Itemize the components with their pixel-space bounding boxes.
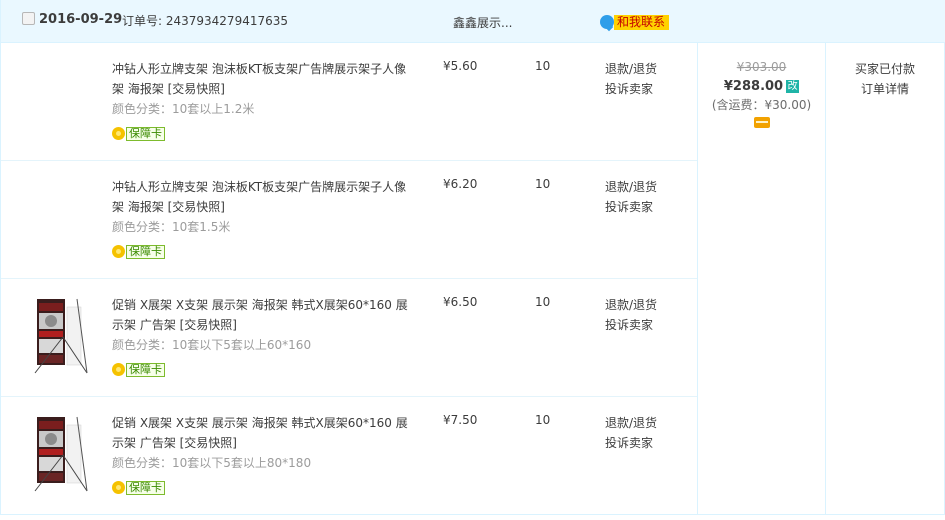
- guarantee-label: 保障卡: [126, 362, 165, 377]
- paid-amount: ¥288.00 改: [698, 79, 825, 94]
- refund-link[interactable]: 退款/退货: [605, 59, 657, 79]
- credit-card-icon[interactable]: [753, 117, 770, 128]
- paid-value: ¥288.00: [723, 79, 784, 94]
- guarantee-badge[interactable]: 保障卡: [112, 244, 165, 259]
- order-date: 2016-09-29: [39, 12, 123, 27]
- item-row: 促销 X展架 X支架 展示架 海报架 韩式X展架60*160 展示架 广告架 […: [1, 396, 697, 513]
- order-card: 2016-09-29 订单号: 2437934279417635 鑫鑫展示...…: [0, 0, 945, 515]
- product-thumbnail[interactable]: [33, 297, 89, 375]
- order-select-checkbox[interactable]: [22, 12, 35, 25]
- complain-link[interactable]: 投诉卖家: [605, 433, 657, 453]
- chat-bubble-icon: [600, 15, 614, 29]
- item-title-link[interactable]: 冲钻人形立牌支架 泡沫板KT板支架广告牌展示架子人像架 海报架 [交易快照]: [112, 177, 412, 217]
- flower-icon: [112, 481, 125, 494]
- order-header: 2016-09-29 订单号: 2437934279417635 鑫鑫展示...…: [1, 0, 945, 43]
- complain-link[interactable]: 投诉卖家: [605, 197, 657, 217]
- item-price: ¥7.50: [443, 413, 478, 427]
- item-quantity: 10: [535, 177, 551, 191]
- item-quantity: 10: [535, 59, 551, 73]
- guarantee-label: 保障卡: [126, 480, 165, 495]
- shop-name-link[interactable]: 鑫鑫展示...: [453, 14, 512, 31]
- item-quantity: 10: [535, 295, 551, 309]
- refund-link[interactable]: 退款/退货: [605, 413, 657, 433]
- complain-link[interactable]: 投诉卖家: [605, 315, 657, 335]
- original-price: ¥303.00: [736, 60, 787, 74]
- item-price: ¥6.50: [443, 295, 478, 309]
- item-title-link[interactable]: 冲钻人形立牌支架 泡沫板KT板支架广告牌展示架子人像架 海报架 [交易快照]: [112, 59, 412, 99]
- contact-label: 和我联系: [614, 14, 670, 30]
- item-title-link[interactable]: 促销 X展架 X支架 展示架 海报架 韩式X展架60*160 展示架 广告架 […: [112, 413, 412, 453]
- product-thumbnail[interactable]: [33, 415, 89, 493]
- item-row: 促销 X展架 X支架 展示架 海报架 韩式X展架60*160 展示架 广告架 […: [1, 278, 697, 395]
- guarantee-badge[interactable]: 保障卡: [112, 126, 165, 141]
- flower-icon: [112, 127, 125, 140]
- guarantee-badge[interactable]: 保障卡: [112, 480, 165, 495]
- order-detail-link[interactable]: 订单详情: [826, 79, 944, 99]
- complain-link[interactable]: 投诉卖家: [605, 79, 657, 99]
- contact-seller-button[interactable]: 和我联系: [600, 14, 670, 30]
- divider: [825, 42, 826, 514]
- guarantee-badge[interactable]: 保障卡: [112, 362, 165, 377]
- refund-link[interactable]: 退款/退货: [605, 295, 657, 315]
- item-sku: 颜色分类：10套以上1.2米: [112, 102, 255, 116]
- price-modified-badge: 改: [786, 80, 800, 93]
- refund-link[interactable]: 退款/退货: [605, 177, 657, 197]
- flower-icon: [112, 245, 125, 258]
- order-total: ¥303.00 ¥288.00 改 (含运费：¥30.00): [698, 42, 825, 131]
- item-price: ¥6.20: [443, 177, 478, 191]
- shipping-fee: (含运费：¥30.00): [711, 98, 812, 112]
- order-number: 订单号: 2437934279417635: [122, 14, 289, 28]
- item-sku: 颜色分类：10套以下5套以上80*180: [112, 456, 312, 470]
- item-sku: 颜色分类：10套1.5米: [112, 220, 231, 234]
- flower-icon: [112, 363, 125, 376]
- item-row: 冲钻人形立牌支架 泡沫板KT板支架广告牌展示架子人像架 海报架 [交易快照] 颜…: [1, 42, 697, 159]
- order-status: 买家已付款 订单详情: [826, 42, 944, 99]
- item-sku: 颜色分类：10套以下5套以上60*160: [112, 338, 312, 352]
- guarantee-label: 保障卡: [126, 244, 165, 259]
- status-text: 买家已付款: [854, 62, 915, 76]
- item-price: ¥5.60: [443, 59, 478, 73]
- item-quantity: 10: [535, 413, 551, 427]
- guarantee-label: 保障卡: [126, 126, 165, 141]
- item-title-link[interactable]: 促销 X展架 X支架 展示架 海报架 韩式X展架60*160 展示架 广告架 […: [112, 295, 412, 335]
- item-row: 冲钻人形立牌支架 泡沫板KT板支架广告牌展示架子人像架 海报架 [交易快照] 颜…: [1, 160, 697, 277]
